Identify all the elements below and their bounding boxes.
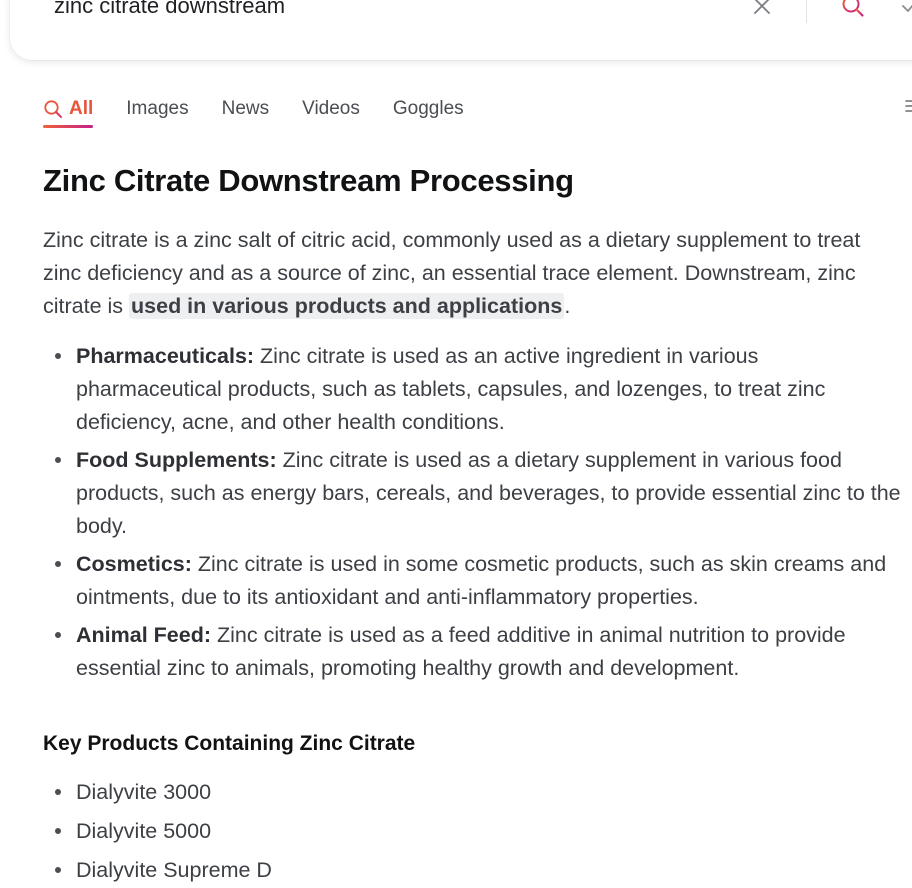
search-tabs: All Images News Videos Goggles bbox=[43, 92, 497, 132]
check-icon bbox=[902, 4, 912, 12]
bullet-icon bbox=[55, 867, 61, 873]
search-input[interactable] bbox=[54, 0, 694, 20]
use-term: Cosmetics: bbox=[76, 552, 192, 576]
list-item: Pharmaceuticals: Zinc citrate is used as… bbox=[43, 340, 908, 439]
list-item: Dialyvite Supreme D bbox=[43, 854, 272, 887]
products-list: Dialyvite 3000 Dialyvite 5000 Dialyvite … bbox=[43, 776, 272, 888]
use-text: Zinc citrate is used in some cosmetic pr… bbox=[76, 552, 887, 609]
clear-search-button[interactable] bbox=[748, 0, 776, 20]
product-name: Dialyvite 5000 bbox=[76, 819, 212, 843]
search-bar-divider bbox=[806, 0, 807, 23]
use-term: Animal Feed: bbox=[76, 623, 211, 647]
bullet-icon bbox=[55, 353, 61, 359]
search-results-page: All Images News Videos Goggles Zinc Citr… bbox=[0, 0, 912, 888]
tab-label: Goggles bbox=[392, 98, 464, 119]
bullet-icon bbox=[55, 457, 61, 463]
search-bar bbox=[10, 0, 912, 60]
product-name: Dialyvite Supreme D bbox=[76, 858, 272, 882]
bullet-icon bbox=[55, 561, 61, 567]
tab-news[interactable]: News bbox=[222, 92, 270, 126]
tab-label: News bbox=[221, 98, 270, 119]
list-item: Dialyvite 3000 bbox=[43, 776, 272, 809]
page-title: Zinc Citrate Downstream Processing bbox=[43, 163, 574, 198]
search-button[interactable] bbox=[838, 0, 868, 21]
tab-images[interactable]: Images bbox=[126, 92, 188, 126]
uses-list: Pharmaceuticals: Zinc citrate is used as… bbox=[43, 340, 908, 690]
tab-label: Images bbox=[126, 98, 189, 119]
section-heading: Key Products Containing Zinc Citrate bbox=[43, 732, 416, 755]
search-icon bbox=[842, 0, 864, 17]
tab-all[interactable]: All bbox=[43, 92, 94, 128]
list-item: Cosmetics: Zinc citrate is used in some … bbox=[43, 548, 908, 614]
intro-paragraph: Zinc citrate is a zinc salt of citric ac… bbox=[43, 224, 903, 323]
tab-videos[interactable]: Videos bbox=[302, 92, 360, 126]
list-item: Food Supplements: Zinc citrate is used a… bbox=[43, 444, 908, 543]
search-icon bbox=[43, 99, 63, 119]
list-item: Animal Feed: Zinc citrate is used as a f… bbox=[43, 619, 908, 685]
tab-goggles[interactable]: Goggles bbox=[393, 92, 464, 126]
intro-end: . bbox=[564, 294, 571, 318]
filter-menu-icon[interactable] bbox=[900, 95, 912, 117]
tab-label: Videos bbox=[302, 98, 360, 119]
tab-label: All bbox=[69, 98, 94, 119]
use-term: Food Supplements: bbox=[76, 448, 277, 472]
close-icon bbox=[754, 0, 770, 14]
list-item: Dialyvite 5000 bbox=[43, 815, 272, 848]
bullet-icon bbox=[55, 828, 61, 834]
confirm-button[interactable] bbox=[896, 0, 912, 20]
bullet-icon bbox=[55, 632, 61, 638]
use-term: Pharmaceuticals: bbox=[76, 344, 255, 368]
bullet-icon bbox=[55, 789, 61, 795]
intro-highlight[interactable]: used in various products and application… bbox=[129, 293, 565, 319]
product-name: Dialyvite 3000 bbox=[76, 780, 212, 804]
